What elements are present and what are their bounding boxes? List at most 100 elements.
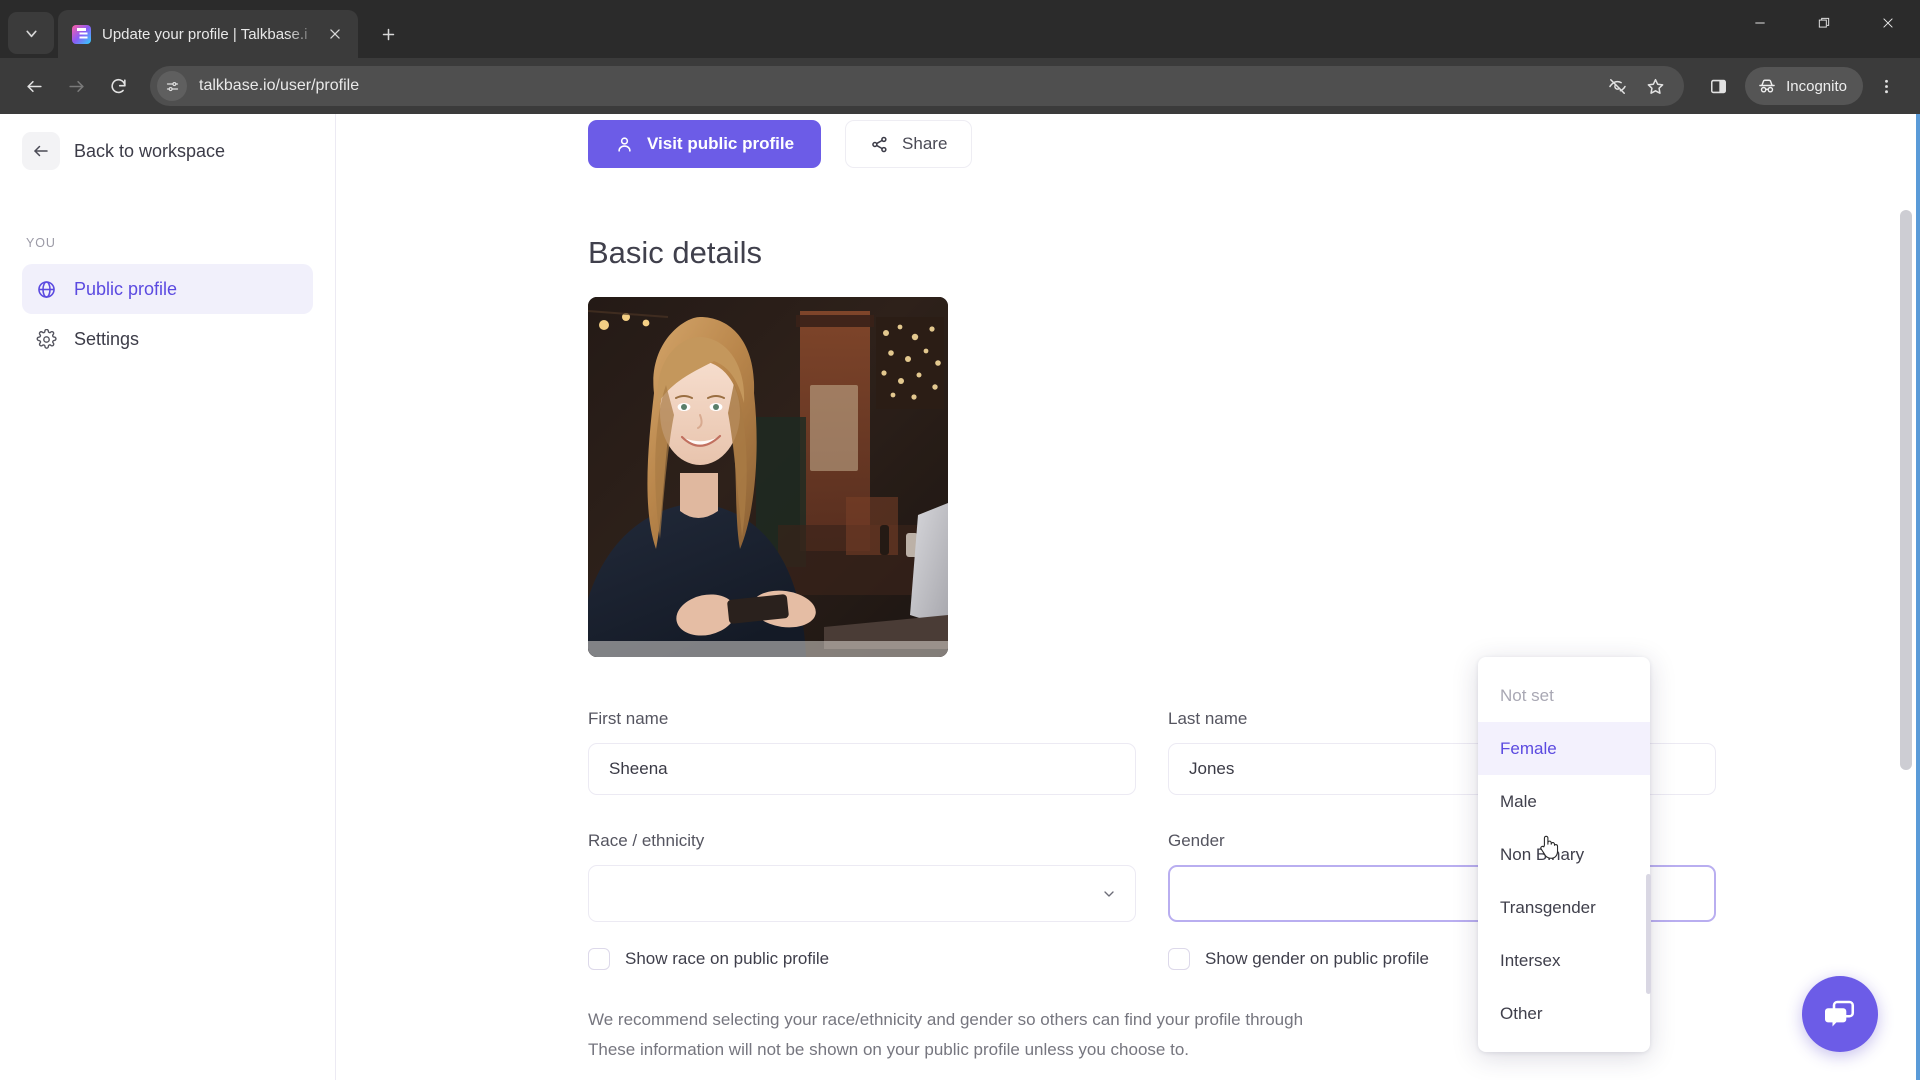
arrow-left-icon	[34, 145, 48, 157]
person-icon	[618, 136, 631, 152]
race-select[interactable]	[588, 865, 1136, 922]
privacy-note-line-2: These information will not be shown on y…	[588, 1040, 1190, 1059]
gender-option-not-set[interactable]: Not set	[1478, 669, 1650, 722]
gender-option-transgender[interactable]: Transgender	[1478, 881, 1650, 934]
back-icon-box	[22, 132, 60, 170]
chrome-menu-button[interactable]	[1866, 66, 1906, 106]
gender-option-non-binary[interactable]: Non Binary	[1478, 828, 1650, 881]
sidebar-item-public-profile[interactable]: Public profile	[22, 264, 313, 314]
chevron-down-icon	[1101, 886, 1117, 902]
star-icon	[1647, 78, 1663, 94]
race-label: Race / ethnicity	[588, 831, 705, 850]
globe-icon	[38, 280, 55, 298]
forward-button[interactable]	[56, 66, 96, 106]
incognito-indicator[interactable]: Incognito	[1745, 67, 1863, 105]
chevron-down-icon	[25, 30, 37, 37]
share-icon	[872, 136, 887, 152]
page-title: Basic details	[588, 235, 763, 270]
arrow-right-icon	[68, 80, 84, 92]
dropdown-scrollbar[interactable]	[1646, 874, 1651, 994]
reload-icon	[110, 78, 126, 93]
show-race-label: Show race on public profile	[625, 949, 830, 968]
window-controls	[1728, 0, 1920, 46]
arrow-left-icon	[26, 80, 42, 92]
gender-dropdown-menu: Not set Female Male Non Binary Transgend…	[1478, 657, 1650, 1052]
back-to-workspace-link[interactable]: Back to workspace	[22, 132, 313, 170]
incognito-label: Incognito	[1786, 77, 1847, 95]
browser-toolbar: talkbase.io/user/profile Incognito	[0, 58, 1920, 114]
tab-title: Update your profile | Talkbase.i	[102, 25, 308, 43]
close-icon	[330, 29, 340, 39]
tracking-protection-button[interactable]	[1600, 69, 1634, 103]
eye-off-icon	[1608, 78, 1626, 94]
gender-option-label: Non Binary	[1500, 844, 1585, 864]
maximize-button[interactable]	[1792, 0, 1856, 46]
address-bar[interactable]: talkbase.io/user/profile	[150, 66, 1685, 106]
first-name-label: First name	[588, 709, 669, 728]
side-panel-icon	[1710, 79, 1726, 93]
close-window-button[interactable]	[1856, 0, 1920, 46]
incognito-icon	[1759, 79, 1775, 93]
gender-option-intersex[interactable]: Intersex	[1478, 934, 1650, 987]
profile-photo-image	[588, 297, 948, 657]
sidebar-section-label: YOU	[26, 236, 56, 250]
back-button[interactable]	[14, 66, 54, 106]
grid-spacer	[588, 795, 1136, 831]
back-to-workspace-label: Back to workspace	[74, 140, 226, 161]
minimize-button[interactable]	[1728, 0, 1792, 46]
reload-button[interactable]	[98, 66, 138, 106]
first-name-input[interactable]: Sheena	[588, 743, 1136, 795]
visit-public-profile-label: Visit public profile	[647, 134, 795, 153]
tab-strip: Update your profile | Talkbase.i	[0, 0, 1920, 58]
browser-tab[interactable]: Update your profile | Talkbase.i	[58, 10, 358, 58]
tune-sliders-icon	[166, 81, 178, 91]
new-tab-button[interactable]	[369, 15, 407, 53]
gender-option-label: Intersex	[1500, 950, 1561, 970]
side-panel-button[interactable]	[1698, 66, 1738, 106]
sidebar-item-label: Public profile	[74, 278, 178, 299]
show-race-checkbox-row[interactable]: Show race on public profile	[588, 948, 1136, 970]
chat-widget-button[interactable]	[1802, 976, 1878, 1052]
sidebar-item-label: Settings	[74, 328, 140, 349]
first-name-value: Sheena	[609, 759, 668, 778]
close-icon	[1883, 18, 1893, 28]
toolbar-right-actions: Incognito	[1698, 66, 1906, 106]
page-scrollbar-thumb[interactable]	[1900, 210, 1912, 770]
url-text: talkbase.io/user/profile	[199, 77, 360, 94]
gender-option-label: Male	[1500, 791, 1537, 811]
omnibox-actions	[1600, 69, 1672, 103]
bookmark-button[interactable]	[1638, 69, 1672, 103]
privacy-note-line-1: We recommend selecting your race/ethnici…	[588, 1010, 1304, 1029]
visit-public-profile-button[interactable]: Visit public profile	[588, 120, 822, 168]
restore-icon	[1818, 17, 1830, 28]
last-name-value: Jones	[1189, 759, 1235, 778]
profile-actions: Visit public profile Share	[588, 114, 1916, 168]
app-sidebar: Back to workspace YOU Public profile Set…	[0, 114, 336, 1080]
gender-option-label: Other	[1500, 1003, 1543, 1023]
privacy-note: We recommend selecting your race/ethnici…	[588, 1005, 1588, 1065]
first-name-group: First name Sheena	[588, 709, 1136, 795]
profile-photo[interactable]	[588, 297, 948, 657]
browser-window: Update your profile | Talkbase.i talkbas…	[0, 0, 1920, 1080]
main-content: Visit public profile Share Basic details	[336, 114, 1916, 1080]
sidebar-item-settings[interactable]: Settings	[22, 314, 313, 364]
gender-option-female[interactable]: Female	[1478, 722, 1650, 775]
race-group: Race / ethnicity Show race on public pro…	[588, 831, 1136, 970]
tab-search-button[interactable]	[8, 12, 54, 54]
chat-bubble-icon	[1825, 1000, 1855, 1027]
share-button[interactable]: Share	[845, 120, 973, 168]
gear-icon	[36, 328, 57, 349]
gender-option-label: Transgender	[1500, 897, 1596, 917]
three-dot-menu-icon	[1884, 79, 1888, 93]
gender-option-male[interactable]: Male	[1478, 775, 1650, 828]
site-settings-button[interactable]	[157, 71, 187, 101]
page-viewport: Back to workspace YOU Public profile Set…	[0, 114, 1920, 1080]
minimize-icon	[1755, 22, 1765, 24]
talkbase-logo-icon	[72, 24, 91, 44]
gender-option-other[interactable]: Other	[1478, 987, 1650, 1040]
show-gender-checkbox[interactable]	[1168, 948, 1190, 970]
tab-close-button[interactable]	[322, 21, 348, 47]
gender-option-label: Female	[1500, 738, 1557, 758]
show-race-checkbox[interactable]	[588, 948, 610, 970]
share-label: Share	[902, 134, 948, 153]
